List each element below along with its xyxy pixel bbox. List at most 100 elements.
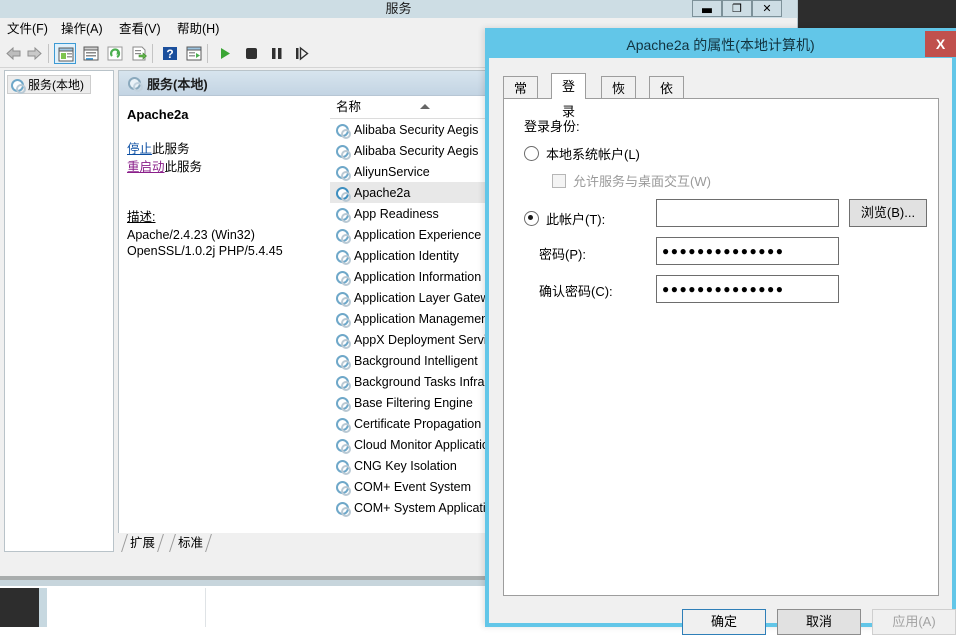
description-line-1: Apache/2.4.23 (Win32)	[127, 228, 255, 242]
tab-extended[interactable]: 扩展	[121, 534, 164, 552]
forward-arrow-icon	[27, 46, 42, 61]
close-window-button[interactable]: ✕	[752, 0, 782, 17]
background-window-pane-right	[206, 588, 488, 627]
show-hide-action-pane-button[interactable]	[183, 43, 205, 64]
desktop-dark-panel-top	[797, 0, 956, 28]
local-system-account-radio[interactable]	[524, 146, 539, 161]
tree-node-services-local[interactable]: 服务(本地)	[7, 75, 91, 94]
menu-help[interactable]: 帮助(H)	[172, 20, 224, 38]
toolbar-separator-1	[48, 44, 49, 63]
service-name-cell: Base Filtering Engine	[354, 395, 473, 410]
table-row[interactable]: COM+ System Application	[330, 497, 487, 518]
table-row[interactable]: Background Tasks Infra	[330, 371, 487, 392]
service-name-cell: Background Intelligent	[354, 353, 478, 368]
tab-logon[interactable]: 登录	[551, 73, 587, 119]
service-gear-icon	[335, 396, 351, 412]
password-input[interactable]: ●●●●●●●●●●●●●●	[656, 237, 839, 265]
refresh-icon	[107, 46, 123, 61]
table-row[interactable]: Application Information	[330, 266, 487, 287]
back-arrow-icon	[6, 46, 21, 61]
table-row[interactable]: Alibaba Security Aegis	[330, 140, 487, 161]
tab-standard-label: 标准	[178, 536, 204, 550]
description-label: 描述:	[127, 210, 156, 224]
apply-button[interactable]: 应用(A)	[872, 609, 956, 635]
start-service-icon	[221, 48, 230, 59]
stop-service-button[interactable]	[241, 43, 263, 64]
menu-view[interactable]: 查看(V)	[114, 20, 166, 38]
services-list-header[interactable]: 名称	[330, 97, 487, 119]
this-account-radio[interactable]	[524, 211, 539, 226]
table-row[interactable]: AppX Deployment Service	[330, 329, 487, 350]
properties-button[interactable]	[80, 43, 102, 64]
stop-service-icon	[246, 48, 257, 59]
service-gear-icon	[335, 207, 351, 223]
service-name-cell: Application Identity	[354, 248, 459, 263]
service-gear-icon	[335, 270, 351, 286]
service-name-cell: Alibaba Security Aegis	[354, 143, 479, 158]
maximize-icon: ❐	[732, 2, 742, 15]
local-system-account-radio-row[interactable]: 本地系统帐户(L)	[524, 144, 640, 163]
tab-standard[interactable]: 标准	[169, 534, 212, 552]
dialog-close-button[interactable]: X	[925, 31, 956, 57]
pause-service-button[interactable]	[266, 43, 288, 64]
table-row[interactable]: Application Identity	[330, 245, 487, 266]
account-name-input[interactable]	[656, 199, 839, 227]
table-row[interactable]: CNG Key Isolation	[330, 455, 487, 476]
refresh-button[interactable]	[104, 43, 126, 64]
results-pane-title: 服务(本地)	[147, 76, 208, 92]
local-system-account-label: 本地系统帐户(L)	[546, 147, 640, 162]
service-gear-icon	[335, 501, 351, 517]
service-gear-icon	[335, 312, 351, 328]
table-row[interactable]: App Readiness	[330, 203, 487, 224]
show-hide-console-tree-icon	[58, 47, 74, 62]
help-button[interactable]: ?	[159, 43, 181, 64]
table-row[interactable]: Application Management	[330, 308, 487, 329]
back-button[interactable]	[2, 43, 24, 64]
maximize-button[interactable]: ❐	[722, 0, 752, 17]
restart-service-button[interactable]	[291, 43, 313, 64]
tab-dependencies[interactable]: 依存关系	[649, 76, 685, 165]
table-row[interactable]: Certificate Propagation	[330, 413, 487, 434]
column-header-name: 名称	[336, 100, 362, 114]
confirm-password-input[interactable]: ●●●●●●●●●●●●●●	[656, 275, 839, 303]
close-icon: ✕	[762, 2, 772, 15]
forward-button[interactable]	[25, 43, 47, 64]
service-gear-icon	[335, 186, 351, 202]
minimize-button[interactable]: ▬	[692, 0, 722, 18]
service-name-cell: Alibaba Security Aegis	[354, 122, 479, 137]
help-icon: ?	[163, 47, 177, 61]
table-row[interactable]: AliyunService	[330, 161, 487, 182]
sort-ascending-icon	[420, 104, 430, 109]
service-gear-icon	[335, 123, 351, 139]
table-row[interactable]: Application Layer Gateway	[330, 287, 487, 308]
this-account-radio-row[interactable]: 此帐户(T):	[524, 209, 605, 228]
export-list-icon	[132, 46, 147, 61]
table-row[interactable]: COM+ Event System	[330, 476, 487, 497]
export-list-button[interactable]	[128, 43, 150, 64]
close-icon: X	[935, 36, 946, 52]
stop-service-link[interactable]: 停止此服务	[127, 140, 321, 158]
allow-desktop-interaction-checkbox	[552, 173, 566, 188]
dialog-titlebar: Apache2a 的属性(本地计算机) X	[489, 31, 956, 58]
menu-action[interactable]: 操作(A)	[56, 20, 108, 38]
browse-button[interactable]: 浏览(B)...	[849, 199, 927, 227]
table-row[interactable]: Base Filtering Engine	[330, 392, 487, 413]
start-service-button[interactable]	[214, 43, 236, 64]
services-gear-icon	[10, 78, 26, 94]
table-row[interactable]: Cloud Monitor Application	[330, 434, 487, 455]
service-gear-icon	[335, 291, 351, 307]
menu-file[interactable]: 文件(F)	[2, 20, 53, 38]
table-row[interactable]: Background Intelligent	[330, 350, 487, 371]
table-row[interactable]: Application Experience	[330, 224, 487, 245]
tab-recovery[interactable]: 恢复	[601, 76, 637, 119]
table-row[interactable]: Apache2a	[330, 182, 487, 203]
cancel-button[interactable]: 取消	[777, 609, 861, 635]
table-row[interactable]: Alibaba Security Aegis	[330, 119, 487, 140]
service-name-cell: CNG Key Isolation	[354, 458, 457, 473]
tab-general[interactable]: 常规	[503, 76, 539, 119]
service-name-cell: AliyunService	[354, 164, 430, 179]
restart-service-link[interactable]: 重启动此服务	[127, 158, 321, 176]
dialog-body: 常规 登录 恢复 依存关系 登录身份: 本地系统帐户(L) 允许服务与桌面交互(…	[489, 58, 956, 635]
ok-button[interactable]: 确定	[682, 609, 766, 635]
show-hide-console-tree-button[interactable]	[54, 43, 76, 64]
